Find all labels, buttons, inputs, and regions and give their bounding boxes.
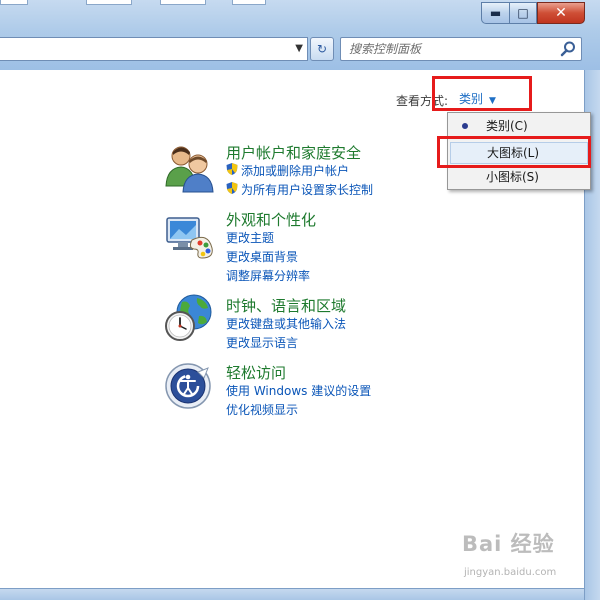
uac-shield-icon (226, 182, 238, 194)
category-title-clock-language-region[interactable]: 时钟、语言和区域 (226, 295, 346, 316)
menu-item-small-icons[interactable]: 小图标(S) (450, 166, 588, 188)
users-icon[interactable] (164, 142, 216, 194)
monitor-palette-icon[interactable] (164, 212, 216, 264)
category-title-appearance[interactable]: 外观和个性化 (226, 209, 316, 230)
watermark-url: jingyan.baidu.com (464, 567, 557, 578)
close-button[interactable]: ✕ (537, 2, 585, 24)
search-box[interactable] (340, 37, 582, 61)
link-adjust-resolution[interactable]: 调整屏幕分辨率 (226, 267, 310, 284)
window-controls: ▬ □ ✕ (481, 2, 585, 24)
menu-item-label: 类别(C) (486, 119, 528, 133)
taskbar-stub (160, 0, 206, 5)
menu-item-label: 小图标(S) (486, 170, 539, 184)
highlight-box-large-icons (437, 136, 591, 168)
minimize-button[interactable]: ▬ (481, 2, 509, 24)
close-icon: ✕ (555, 5, 567, 21)
maximize-button[interactable]: □ (509, 2, 537, 24)
watermark-logo: Bai 经验 (462, 532, 555, 556)
ease-of-access-icon[interactable] (164, 360, 216, 412)
menu-item-category[interactable]: 类别(C) (450, 115, 588, 137)
link-windows-recommended-settings[interactable]: 使用 Windows 建议的设置 (226, 382, 371, 399)
maximize-icon: □ (517, 6, 529, 20)
link-change-desktop-background[interactable]: 更改桌面背景 (226, 248, 298, 265)
window-bottom-border (0, 588, 584, 600)
minimize-icon: ▬ (489, 6, 502, 20)
link-change-theme[interactable]: 更改主题 (226, 229, 274, 246)
clock-globe-icon[interactable] (164, 292, 216, 344)
refresh-icon: ↻ (316, 42, 328, 56)
taskbar-stub (0, 0, 28, 5)
category-title-ease-of-access[interactable]: 轻松访问 (226, 362, 286, 383)
baidu-jingyan-watermark: Bai 经验 jingyan.baidu.com (462, 528, 580, 584)
uac-shield-icon (226, 163, 238, 175)
taskbar-stub (232, 0, 266, 5)
category-title-user-accounts[interactable]: 用户帐户和家庭安全 (226, 142, 361, 163)
link-optimize-video-display[interactable]: 优化视频显示 (226, 401, 298, 418)
highlight-box-view-by (432, 76, 532, 111)
link-change-keyboard-input[interactable]: 更改键盘或其他输入法 (226, 315, 346, 332)
taskbar-stub (86, 0, 132, 5)
address-bar[interactable]: ▼ (0, 37, 308, 61)
search-input[interactable] (341, 38, 551, 60)
chevron-down-icon[interactable]: ▼ (295, 43, 303, 54)
link-add-remove-accounts[interactable]: 添加或删除用户帐户 (241, 162, 349, 179)
refresh-button[interactable]: ↻ (310, 37, 334, 61)
link-change-display-language[interactable]: 更改显示语言 (226, 334, 298, 351)
search-icon[interactable] (559, 40, 577, 58)
link-parental-controls[interactable]: 为所有用户设置家长控制 (241, 181, 373, 198)
radio-bullet-icon (462, 123, 468, 129)
